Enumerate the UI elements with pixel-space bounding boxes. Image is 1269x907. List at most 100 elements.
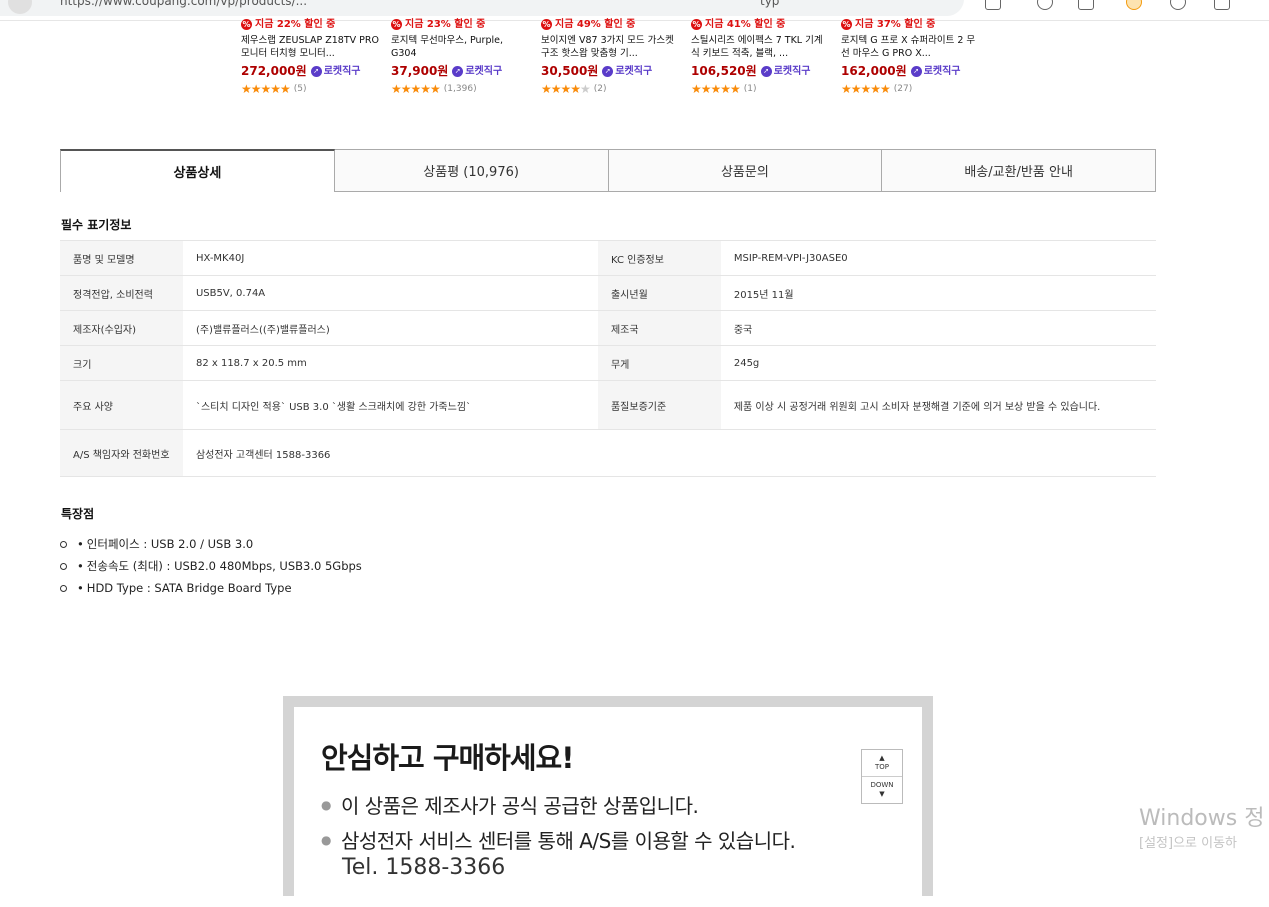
download-icon[interactable] bbox=[1214, 0, 1230, 10]
extensions-icon[interactable] bbox=[985, 0, 1001, 10]
bullet-icon bbox=[60, 584, 67, 592]
required-info-table: 품명 및 모델명 HX-MK40J KC 인증정보 MSIP-REM-VPI-J30A… bbox=[60, 240, 1156, 477]
info-label: 제조자(수입자) bbox=[60, 310, 183, 346]
rocket-icon: ➚ bbox=[910, 65, 922, 77]
info-value: HX-MK40J bbox=[182, 240, 598, 276]
table-row: 주요 사양 `스티치 디자인 적용` USB 3.0 `생활 스크래치에 강한 가… bbox=[60, 380, 1156, 430]
history-icon[interactable] bbox=[1170, 0, 1186, 10]
product-price: 37,900원 bbox=[391, 63, 449, 78]
bullet-icon bbox=[60, 562, 67, 570]
product-price: 272,000원 bbox=[241, 63, 307, 78]
windows-activation-watermark: Windows 정 bbox=[1139, 806, 1265, 831]
info-label: 정격전압, 소비전력 bbox=[60, 275, 183, 311]
list-item: • 전송속도 (최대) : USB2.0 480Mbps, USB3.0 5Gbp… bbox=[60, 555, 362, 577]
product-card[interactable]: % 지금 37% 할인 중 로지텍 G 프로 X 슈퍼라이트 2 무선 마우스 G … bbox=[841, 18, 981, 96]
info-value: 245g bbox=[720, 345, 1156, 381]
product-card[interactable]: % 지금 23% 할인 중로지텍 무선마우스, Purple, G304 37,90… bbox=[391, 18, 531, 96]
product-price: 106,520원 bbox=[691, 63, 757, 78]
tab-shipping[interactable]: 배송/교환/반품 안내 bbox=[882, 149, 1156, 192]
info-label: 출시년월 bbox=[597, 275, 721, 311]
review-count: (1) bbox=[743, 83, 757, 94]
banner-line: ● 삼성전자 서비스 센터를 통해 A/S를 이용할 수 있습니다. bbox=[321, 829, 796, 853]
star-rating-icon: ★★★★★ bbox=[841, 81, 891, 96]
review-count: (1,396) bbox=[443, 83, 477, 94]
detail-tabs: 상품상세 상품평 (10,976) 상품문의 배송/교환/반품 안내 bbox=[60, 149, 1156, 192]
rating: ★★★★★ (2) bbox=[541, 82, 681, 96]
authenticity-banner: 안심하고 구매하세요! ● 이 상품은 제조사가 공식 공급한 상품입니다. ● 삼… bbox=[283, 696, 933, 907]
info-label: 무게 bbox=[597, 345, 721, 381]
review-count: (27) bbox=[893, 83, 913, 94]
scroll-down-button[interactable]: DOWN ▼ bbox=[862, 776, 902, 803]
list-item: • 인터페이스 : USB 2.0 / USB 3.0 bbox=[60, 533, 362, 555]
info-value: USB5V, 0.74A bbox=[182, 275, 598, 311]
star-rating-icon: ★★★★★ bbox=[541, 81, 591, 96]
info-label: 제조국 bbox=[597, 310, 721, 346]
review-count: (5) bbox=[293, 83, 307, 94]
info-value: 삼성전자 고객센터 1588-3366 bbox=[182, 429, 598, 477]
rocket-icon: ➚ bbox=[602, 65, 614, 77]
required-info-title: 필수 표기정보 bbox=[61, 218, 132, 232]
info-value: (주)밸류플러스((주)밸류플러스) bbox=[182, 310, 598, 346]
product-card[interactable]: % 지금 22% 할인 중제우스랩 ZEUSLAP Z18TV PRO 모니터 터… bbox=[241, 18, 381, 96]
discount-badge: % 지금 23% 할인 중 bbox=[391, 19, 486, 30]
table-row: 제조자(수입자) (주)밸류플러스((주)밸류플러스) 제조국 중국 bbox=[60, 310, 1156, 346]
arrow-up-icon: ▲ bbox=[879, 754, 885, 762]
rating: ★★★★★ (1,396) bbox=[391, 82, 531, 96]
discount-badge: % 지금 41% 할인 중 bbox=[691, 19, 786, 30]
address-text-right: typ bbox=[760, 0, 780, 8]
discount-icon: % bbox=[241, 19, 252, 30]
review-count: (2) bbox=[593, 83, 607, 94]
product-name[interactable]: 제우스랩 ZEUSLAP Z18TV PRO 모니터 터치형 모니터... bbox=[241, 34, 381, 60]
rocket-icon: ➚ bbox=[310, 65, 322, 77]
discount-icon: % bbox=[391, 19, 402, 30]
info-value: 중국 bbox=[720, 310, 1156, 346]
product-card[interactable]: % 지금 49% 할인 중보이지엔 V87 3가지 모드 가스켓 구조 핫스왑 맞… bbox=[541, 18, 681, 96]
product-price: 30,500원 bbox=[541, 63, 599, 78]
product-name[interactable]: 스틸시리즈 에이펙스 7 TKL 기계식 키보드 적축, 블랙, ... bbox=[691, 34, 831, 60]
rating: ★★★★★ (27) bbox=[841, 82, 981, 96]
info-value: MSIP-REM-VPI-J30ASE0 bbox=[720, 240, 1156, 276]
info-label: 품명 및 모델명 bbox=[60, 240, 183, 276]
discount-badge: % 지금 22% 할인 중 bbox=[241, 19, 336, 30]
recommended-products: % 지금 22% 할인 중제우스랩 ZEUSLAP Z18TV PRO 모니터 터… bbox=[241, 18, 1001, 112]
product-name[interactable]: 로지텍 무선마우스, Purple, G304 bbox=[391, 34, 531, 60]
tab-detail[interactable]: 상품상세 bbox=[60, 149, 335, 192]
scroll-buttons: ▲ TOP DOWN ▼ bbox=[861, 749, 903, 804]
features-title: 특장점 bbox=[61, 507, 95, 521]
info-label bbox=[597, 429, 721, 477]
bullet-icon bbox=[60, 540, 67, 548]
site-info-icon[interactable] bbox=[8, 0, 32, 14]
info-label: 주요 사양 bbox=[60, 380, 183, 430]
info-value: 2015년 11월 bbox=[720, 275, 1156, 311]
account-icon[interactable] bbox=[1037, 0, 1053, 10]
product-name[interactable]: 보이지엔 V87 3가지 모드 가스켓 구조 핫스왑 맞춤형 기... bbox=[541, 34, 681, 60]
rocket-badge: ➚ 로켓직구 bbox=[760, 65, 811, 78]
product-price: 162,000원 bbox=[841, 63, 907, 78]
rating: ★★★★★ (1) bbox=[691, 82, 831, 96]
info-label: KC 인증정보 bbox=[597, 240, 721, 276]
info-value: 82 x 118.7 x 20.5 mm bbox=[182, 345, 598, 381]
banner-tel: Tel. 1588-3366 bbox=[342, 855, 506, 880]
info-label: 품질보증기준 bbox=[597, 380, 721, 430]
table-row: 품명 및 모델명 HX-MK40J KC 인증정보 MSIP-REM-VPI-J30A… bbox=[60, 240, 1156, 276]
star-rating-icon: ★★★★★ bbox=[241, 81, 291, 96]
product-card[interactable]: % 지금 41% 할인 중스틸시리즈 에이펙스 7 TKL 기계식 키보드 적축,… bbox=[691, 18, 831, 96]
banner-line: ● 이 상품은 제조사가 공식 공급한 상품입니다. bbox=[321, 794, 699, 818]
info-label: 크기 bbox=[60, 345, 183, 381]
reader-icon[interactable] bbox=[1078, 0, 1094, 10]
rocket-badge: ➚ 로켓직구 bbox=[910, 65, 961, 78]
tab-reviews[interactable]: 상품평 (10,976) bbox=[334, 149, 609, 192]
windows-activation-hint: [설정]으로 이동하 bbox=[1139, 836, 1237, 851]
arrow-down-icon: ▼ bbox=[879, 790, 885, 798]
scroll-top-button[interactable]: ▲ TOP bbox=[862, 750, 902, 776]
star-rating-icon: ★★★★★ bbox=[391, 81, 441, 96]
product-name[interactable]: 로지텍 G 프로 X 슈퍼라이트 2 무선 마우스 G PRO X... bbox=[841, 34, 981, 60]
star-rating-icon: ★★★★★ bbox=[691, 81, 741, 96]
profile-icon[interactable] bbox=[1126, 0, 1142, 10]
rocket-badge: ➚ 로켓직구 bbox=[452, 65, 502, 78]
tab-inquiry[interactable]: 상품문의 bbox=[608, 149, 883, 192]
table-row: A/S 책임자와 전화번호 삼성전자 고객센터 1588-3366 bbox=[60, 429, 1156, 477]
list-item: • HDD Type : SATA Bridge Board Type bbox=[60, 577, 362, 599]
discount-badge: % 지금 49% 할인 중 bbox=[541, 19, 636, 30]
rocket-icon: ➚ bbox=[452, 65, 464, 77]
